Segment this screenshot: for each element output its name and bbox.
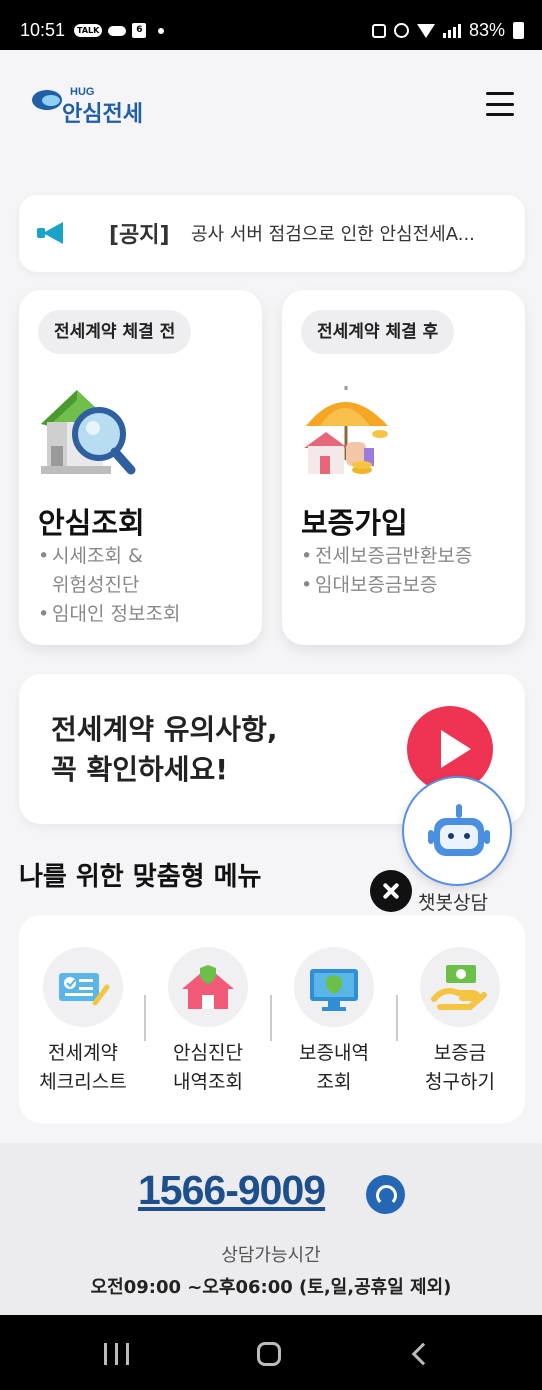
guarantee-join-card[interactable]: 전세계약 체결 후 보증가입 • 전세보증금반환보증 • 임대보증금보증 <box>282 290 525 645</box>
card-tag: 전세계약 체결 후 <box>301 310 455 354</box>
battery-percent: 83% <box>468 20 505 40</box>
chatbot-close-icon[interactable] <box>370 870 412 912</box>
headset-icon[interactable] <box>366 1175 405 1214</box>
menu-divider <box>144 995 146 1041</box>
menu-item-guarantee-history[interactable]: 보증내역 조회 <box>274 947 394 1097</box>
footer: 1566-9009 상담가능시간 오전09:00 ~오후06:00 (토,일,공… <box>0 1143 542 1315</box>
talk-icon: TALK <box>74 24 103 37</box>
menu-divider <box>270 995 272 1041</box>
megaphone-icon <box>37 222 67 244</box>
caution-line-2: 꼭 확인하세요! <box>51 753 229 786</box>
menu-item-label: 보증금 청구하기 <box>425 1042 495 1093</box>
logo-title: 안심전세 <box>62 102 143 127</box>
app-header: HUG 안심전세 <box>0 50 542 170</box>
card-tag: 전세계약 체결 전 <box>38 310 192 354</box>
menu-item-safe-diagnosis-history[interactable]: 안심진단 내역조회 <box>148 947 268 1097</box>
system-icons: 83% <box>371 20 524 41</box>
safe-lookup-card[interactable]: 전세계약 체결 전 안심조회 • 시세조회 & 위험성진단 • 임대인 정보조회 <box>19 290 262 645</box>
card-bullet-list: • 전세보증금반환보증 • 임대보증금보증 <box>301 542 472 600</box>
more-notifications-dot <box>158 27 165 34</box>
menu-divider <box>396 995 398 1041</box>
chatbot-button[interactable] <box>402 776 512 886</box>
wifi-icon <box>416 23 435 38</box>
bot-antenna <box>456 804 462 818</box>
checklist-icon <box>43 947 123 1027</box>
card-bullet-list: • 시세조회 & 위험성진단 • 임대인 정보조회 <box>38 542 180 629</box>
card-bullet: • 전세보증금반환보증 <box>301 545 473 567</box>
caution-line-1: 전세계약 유의사항, <box>51 713 278 746</box>
bot-ear <box>484 830 490 844</box>
hours-text: 오전09:00 ~오후06:00 (토,일,공휴일 제외) <box>90 1277 452 1298</box>
calendar-icon: 6 <box>132 23 147 38</box>
house-search-icon <box>41 390 136 475</box>
umbrella-house-icon <box>304 386 388 474</box>
card-title: 보증가입 <box>301 506 408 540</box>
signal-icon <box>442 23 461 38</box>
menu-item-deposit-claim[interactable]: 보증금 청구하기 <box>400 947 520 1097</box>
status-time: 10:51 <box>20 20 66 40</box>
notification-icons: TALK 6 <box>74 23 165 38</box>
hand-money-icon <box>420 947 500 1027</box>
custom-menu: 전세계약 체크리스트 안심진단 내역조회 보증내역 조회 보증금 청구하기 <box>19 915 525 1123</box>
back-icon[interactable] <box>411 1342 435 1366</box>
system-nav-bar <box>0 1315 542 1390</box>
alarm-icon <box>393 23 409 38</box>
menu-item-label: 안심진단 내역조회 <box>173 1042 243 1093</box>
monitor-shield-icon <box>294 947 374 1027</box>
caution-text: 전세계약 유의사항, 꼭 확인하세요! <box>51 710 277 790</box>
cloud-icon <box>108 25 127 36</box>
chatbot-label[interactable]: 챗봇상담 <box>418 888 488 915</box>
card-bullet: • 임대보증금보증 <box>301 574 438 596</box>
battery-icon <box>513 22 524 39</box>
card-bullet: • 임대인 정보조회 <box>38 603 181 625</box>
home-icon[interactable] <box>257 1342 281 1366</box>
hamburger-menu-icon[interactable] <box>486 92 514 116</box>
recent-apps-icon[interactable] <box>104 1343 129 1365</box>
notice-text: 공사 서버 점검으로 인한 안심전세A... <box>191 224 475 245</box>
robot-icon <box>434 818 484 856</box>
call-center-phone-link[interactable]: 1566-9009 <box>138 1167 326 1214</box>
card-bullet: • 시세조회 & <box>38 545 143 567</box>
notice-tag: [공지] <box>109 223 170 248</box>
card-title: 안심조회 <box>38 506 145 540</box>
card-bullet: 위험성진단 <box>52 574 140 596</box>
house-shield-icon <box>168 947 248 1027</box>
menu-item-checklist[interactable]: 전세계약 체크리스트 <box>23 947 143 1097</box>
menu-item-label: 보증내역 조회 <box>299 1042 369 1093</box>
status-bar: 10:51 TALK 6 83% <box>0 0 542 50</box>
menu-item-label: 전세계약 체크리스트 <box>39 1042 127 1093</box>
notice-banner[interactable]: [공지] 공사 서버 점검으로 인한 안심전세A... <box>19 195 525 272</box>
nfc-icon <box>371 23 386 38</box>
logo-swoosh-icon <box>32 90 62 110</box>
hours-label: 상담가능시간 <box>221 1245 321 1266</box>
custom-menu-title: 나를 위한 맞춤형 메뉴 <box>19 862 262 892</box>
